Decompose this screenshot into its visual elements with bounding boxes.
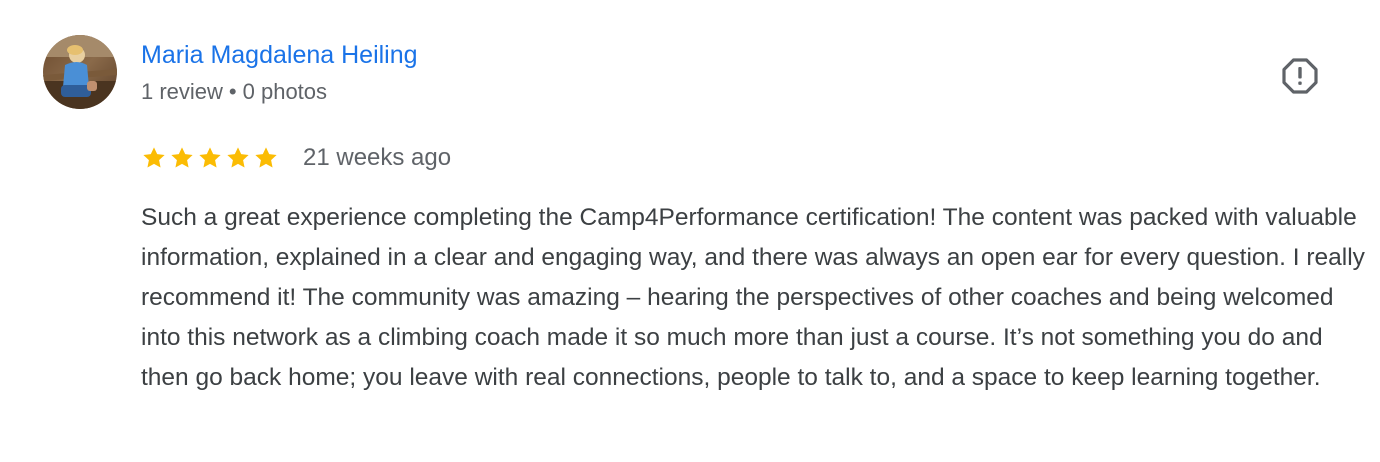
review-count: 1 review [141,79,223,104]
review-card: Maria Magdalena Heiling 1 review • 0 photo… [0,0,1380,462]
photo-count: 0 photos [242,79,328,104]
author-name-link[interactable]: Maria Magdalena Heiling [141,38,418,72]
report-octagon-icon [1282,58,1318,94]
star-icon [143,147,165,168]
star-rating [141,145,279,171]
review-body-text: Such a great experience completing the C… [141,204,1365,391]
report-review-button[interactable] [1278,54,1322,98]
star-icon [171,147,193,168]
star-icon [255,147,277,168]
star-icon [199,147,221,168]
star-icon [227,147,249,168]
user-photo-avatar-icon [43,35,117,109]
meta-separator: • [228,79,237,104]
author-meta: 1 review • 0 photos [141,77,327,107]
review-time: 21 weeks ago [303,144,452,171]
rating-row: 21 weeks ago [141,140,451,176]
author-avatar[interactable] [43,35,117,109]
